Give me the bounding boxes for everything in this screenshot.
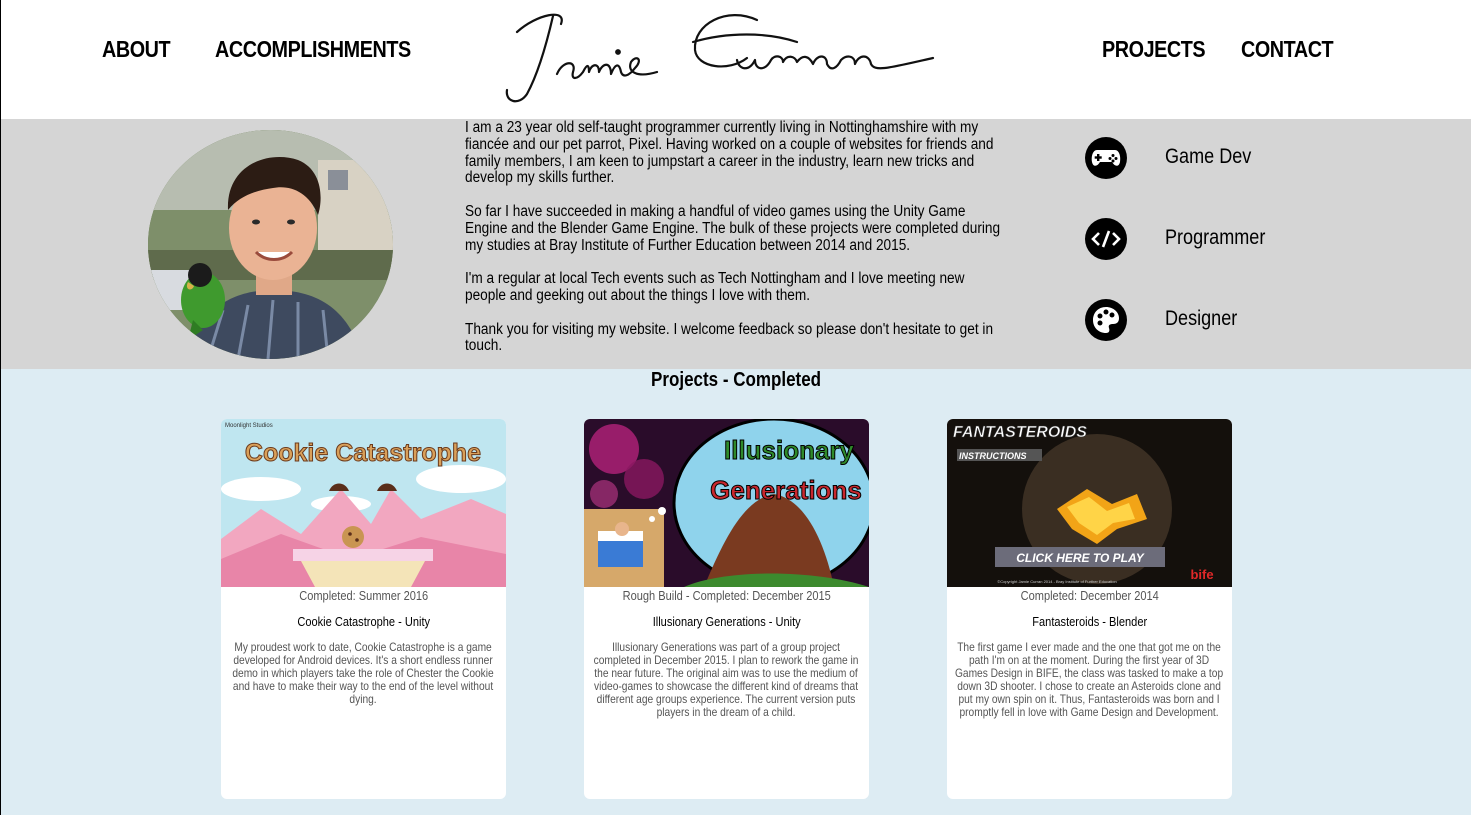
fantasteroids-thumbnail[interactable]: FANTASTEROIDS INSTRUCTIONS CLICK HERE TO… <box>947 419 1232 587</box>
profile-photo <box>148 130 393 359</box>
studio-badge: Moonlight Studios <box>225 423 273 429</box>
about-paragraph: I am a 23 year old self-taught programme… <box>465 119 994 187</box>
signature-logo[interactable] <box>497 2 941 112</box>
generations-logo-text: Generations <box>710 475 862 505</box>
illusionary-logo-text: Illusionary <box>724 435 855 465</box>
project-description: The first game I ever made and the one t… <box>955 640 1224 719</box>
nav-projects[interactable]: PROJECTS <box>1102 36 1206 63</box>
project-title: Illusionary Generations - Unity <box>652 614 801 629</box>
instructions-text: INSTRUCTIONS <box>959 451 1027 461</box>
skill-label: Game Dev <box>1165 145 1252 168</box>
project-card-fantasteroids[interactable]: FANTASTEROIDS INSTRUCTIONS CLICK HERE TO… <box>947 419 1232 799</box>
gamepad-icon <box>1085 137 1127 179</box>
illusionary-generations-thumbnail[interactable]: Illusionary Generations <box>584 419 869 587</box>
skill-label: Programmer <box>1165 226 1266 249</box>
project-description: Illusionary Generations was part of a gr… <box>594 640 859 719</box>
nav-about[interactable]: ABOUT <box>102 36 171 63</box>
cookie-logo-text: Cookie Catastrophe <box>245 439 481 467</box>
cookie-catastrophe-thumbnail[interactable]: Cookie Catastrophe Moonlight Studios <box>221 419 506 587</box>
about-text: I am a 23 year old self-taught programme… <box>465 119 1005 372</box>
nav-contact[interactable]: CONTACT <box>1241 36 1334 63</box>
copyright-text: ©Copyright Jamie Curran 2014 - Bray Inst… <box>997 579 1116 584</box>
nav-accomplishments[interactable]: ACCOMPLISHMENTS <box>215 36 411 63</box>
click-to-play-text: CLICK HERE TO PLAY <box>1016 551 1145 565</box>
about-section: I am a 23 year old self-taught programme… <box>0 119 1471 369</box>
project-date: Rough Build - Completed: December 2015 <box>622 588 831 603</box>
project-date: Completed: December 2014 <box>1020 588 1159 603</box>
project-title: Fantasteroids - Blender <box>1032 614 1147 629</box>
site-header: ABOUT ACCOMPLISHMENTS PROJECTS CONTACT <box>0 0 1471 119</box>
project-card-illusionary[interactable]: Illusionary Generations Rough Build - Co… <box>584 419 869 799</box>
fantasteroids-logo-text: FANTASTEROIDS <box>953 424 1087 441</box>
projects-heading: Projects - Completed <box>651 369 822 391</box>
code-icon <box>1085 218 1127 260</box>
about-paragraph: Thank you for visiting my website. I wel… <box>465 320 994 355</box>
bife-logo: bife <box>1190 567 1213 582</box>
skill-label: Designer <box>1165 307 1238 330</box>
project-date: Completed: Summer 2016 <box>299 588 428 603</box>
projects-section: Projects - Completed Cookie Catastrophe … <box>0 369 1471 815</box>
project-title: Cookie Catastrophe - Unity <box>297 614 430 629</box>
about-paragraph: I'm a regular at local Tech events such … <box>465 270 965 304</box>
project-card-cookie[interactable]: Cookie Catastrophe Moonlight Studios Com… <box>221 419 506 799</box>
project-description: My proudest work to date, Cookie Catastr… <box>232 640 495 706</box>
palette-icon <box>1085 299 1127 341</box>
about-paragraph: So far I have succeeded in making a hand… <box>465 202 1001 254</box>
